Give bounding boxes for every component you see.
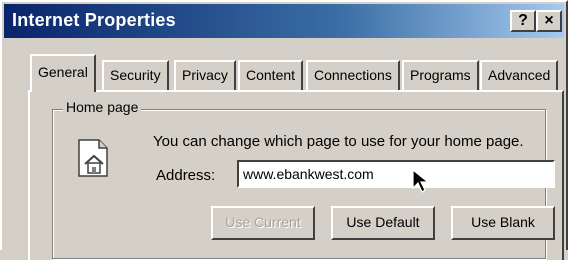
window-title: Internet Properties [12,10,176,30]
tab-programs[interactable]: Programs [402,60,479,90]
internet-properties-window: Internet Properties ? × General Security… [0,0,568,260]
close-icon: × [544,12,554,29]
help-icon: ? [518,12,528,29]
tab-security[interactable]: Security [102,60,169,90]
tab-advanced[interactable]: Advanced [480,60,559,90]
general-tab-panel: Home page You can change which page to u… [28,90,564,260]
close-button[interactable]: × [536,10,562,32]
use-default-button[interactable]: Use Default [331,206,435,240]
mouse-pointer-icon [412,168,430,193]
title-bar[interactable]: Internet Properties ? × [4,4,564,38]
tab-connections[interactable]: Connections [306,60,400,90]
help-button[interactable]: ? [510,10,536,32]
home-page-icon [78,139,108,177]
use-blank-button[interactable]: Use Blank [451,206,555,240]
tab-privacy[interactable]: Privacy [174,60,236,90]
home-page-legend: Home page [63,99,142,115]
home-page-description: You can change which page to use for you… [153,133,524,150]
tab-content[interactable]: Content [238,60,304,90]
address-input[interactable] [237,160,555,188]
tab-general[interactable]: General [30,54,96,92]
address-label: Address: [156,167,216,184]
use-current-button[interactable]: Use Current [211,206,315,240]
home-page-groupbox: Home page You can change which page to u… [52,99,555,259]
